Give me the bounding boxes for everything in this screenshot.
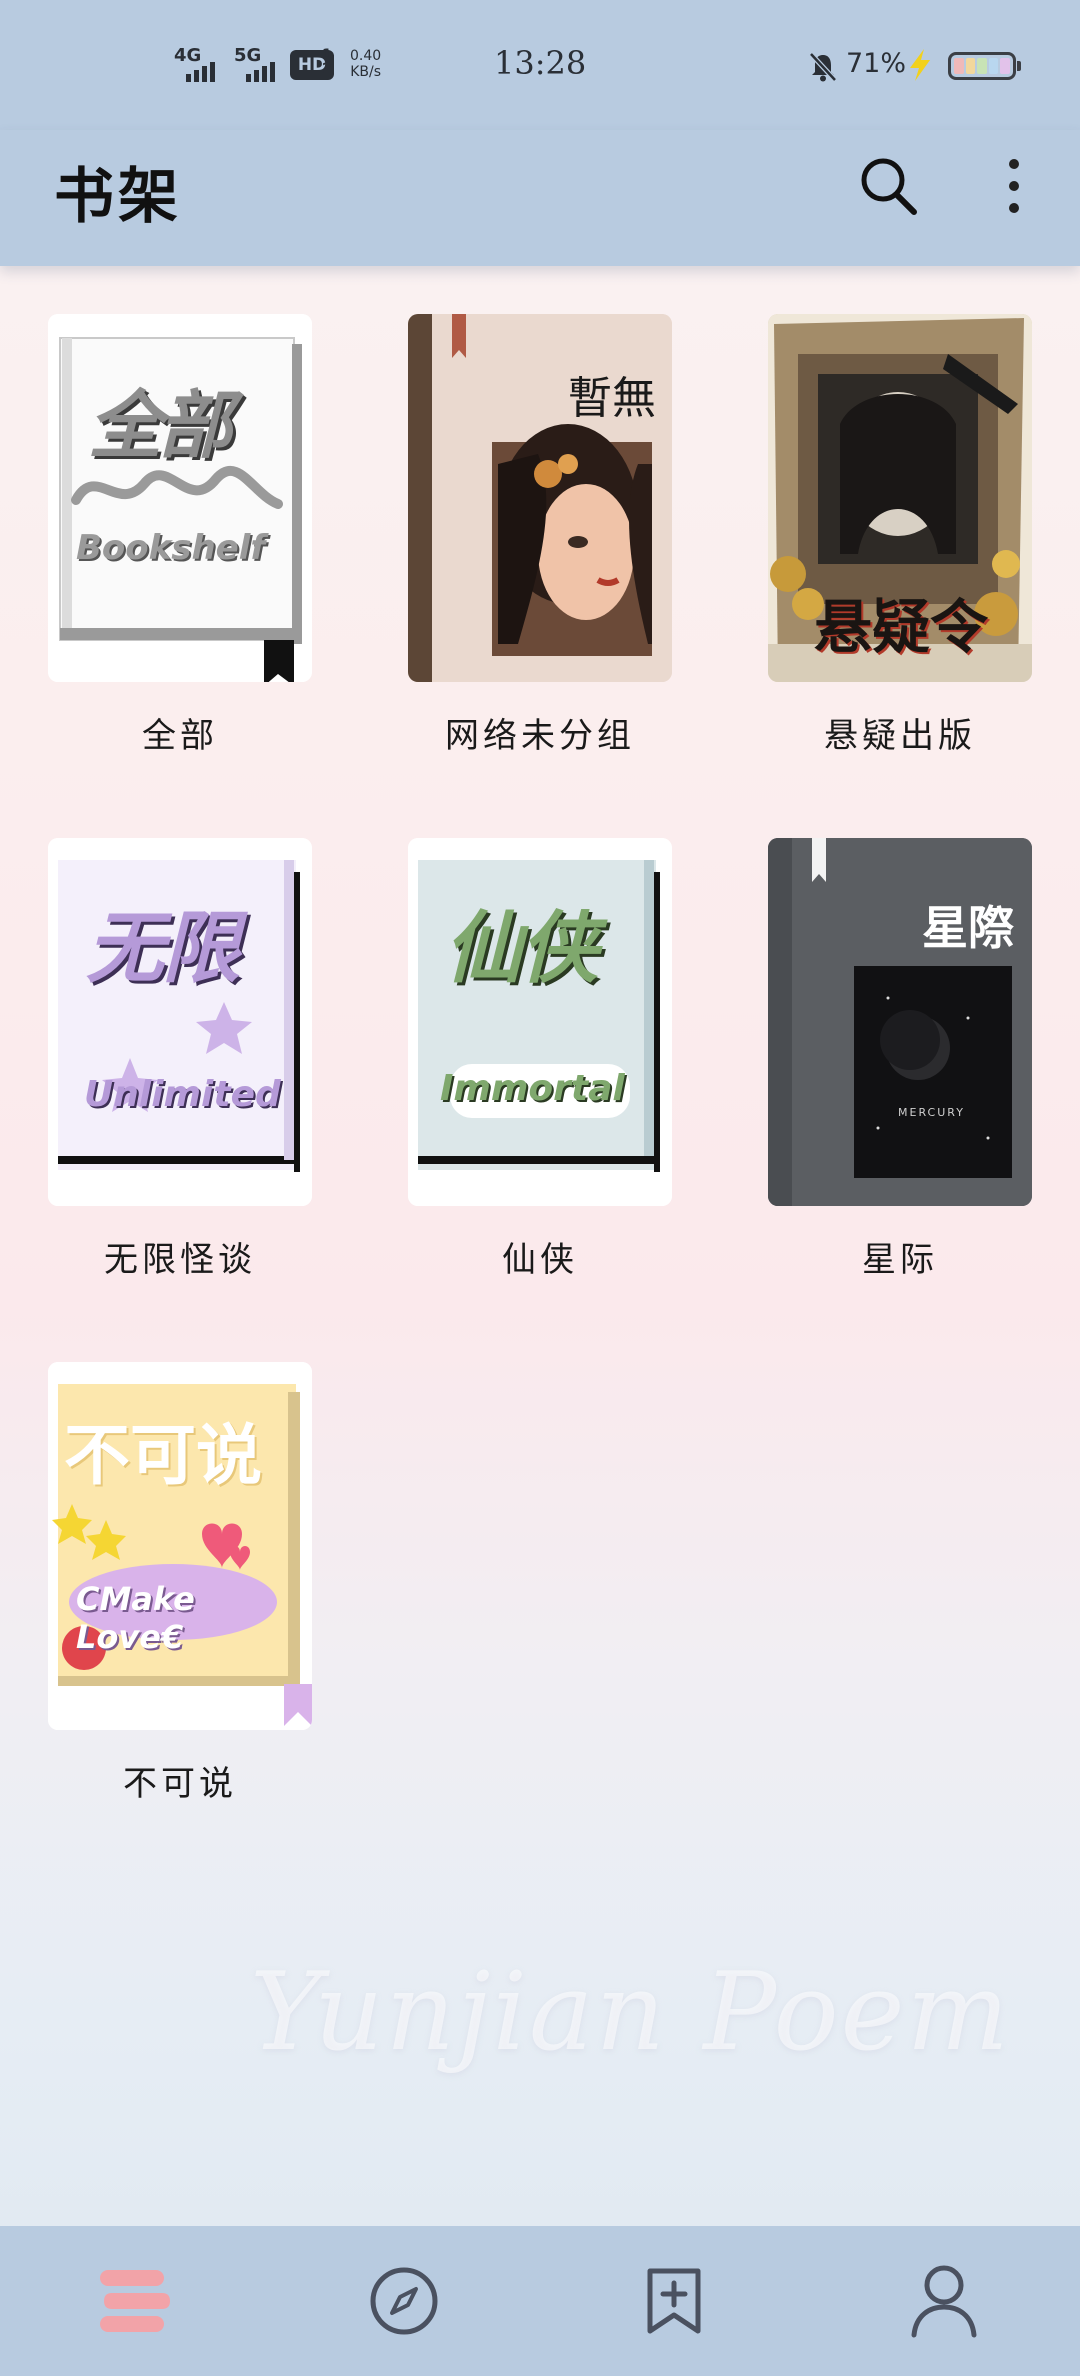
status-bar: 4G 5G HD 1 2 0.40 KB/s 13:28 71%	[0, 0, 1080, 130]
nav-add-book[interactable]	[624, 2256, 724, 2346]
cover-title: 全部	[88, 383, 232, 469]
page-title: 书架	[54, 162, 182, 232]
cover-subtitle: Immortal	[440, 1068, 625, 1109]
book-label: 全部	[142, 716, 218, 756]
battery-percent: 71%	[846, 48, 907, 79]
book-label: 无限怪谈	[104, 1240, 256, 1280]
cover-title: 星際	[922, 901, 1014, 955]
nav-discover[interactable]	[354, 2256, 454, 2346]
nav-profile[interactable]	[894, 2256, 994, 2346]
person-icon	[911, 2265, 977, 2338]
nav-bookshelf[interactable]	[84, 2256, 184, 2346]
cover-subtitle: CMake Love€	[76, 1580, 195, 1656]
bookmark-add-icon	[647, 2268, 701, 2334]
book-cover[interactable]: 悬疑令	[768, 314, 1032, 682]
sim-slots-label: 1 2	[322, 47, 332, 77]
book-cover[interactable]: 星際 MERCURY	[768, 838, 1032, 1206]
battery-icon	[948, 52, 1021, 80]
bookshelf-icon	[100, 2270, 170, 2332]
network-speed: 0.40 KB/s	[350, 48, 381, 80]
compass-icon	[370, 2267, 438, 2335]
signal-4g-icon	[186, 62, 215, 82]
book-cover[interactable]: 不可说 CMake Love€	[48, 1362, 312, 1730]
book-cover[interactable]: 全部 Bookshelf	[48, 314, 312, 682]
more-vertical-icon[interactable]	[990, 150, 1030, 222]
cover-caption: MERCURY	[898, 1106, 965, 1119]
book-cover[interactable]: 暫無	[408, 314, 672, 682]
charging-bolt-icon	[910, 49, 930, 81]
cover-title: 无限	[86, 904, 240, 994]
speed-value: 0.40	[350, 48, 382, 64]
cover-title: 悬疑令	[814, 593, 989, 661]
cover-subtitle: Bookshelf	[76, 528, 266, 568]
cover-subtitle: Unlimited	[84, 1074, 281, 1115]
book-cover[interactable]: 仙侠 Immortal	[408, 838, 672, 1206]
speed-unit: KB/s	[350, 64, 381, 80]
book-cover[interactable]: 无限 Unlimited	[48, 838, 312, 1206]
cover-title: 不可说	[64, 1417, 262, 1494]
book-label: 不可说	[123, 1764, 237, 1804]
book-label: 网络未分组	[445, 716, 635, 756]
clock: 13:28	[494, 44, 587, 82]
mute-bell-icon	[809, 52, 837, 82]
book-label: 星际	[862, 1240, 938, 1280]
cover-title: 暫無	[568, 373, 656, 424]
watermark-text: Yunjian Poem	[250, 1950, 1011, 2075]
app-bar: 书架	[0, 130, 1080, 266]
search-icon[interactable]	[852, 150, 924, 222]
book-label: 仙侠	[502, 1240, 578, 1280]
cover-title: 仙侠	[444, 904, 598, 994]
signal-5g-icon	[246, 62, 275, 82]
book-label: 悬疑出版	[824, 716, 976, 756]
bottom-nav	[0, 2226, 1080, 2376]
